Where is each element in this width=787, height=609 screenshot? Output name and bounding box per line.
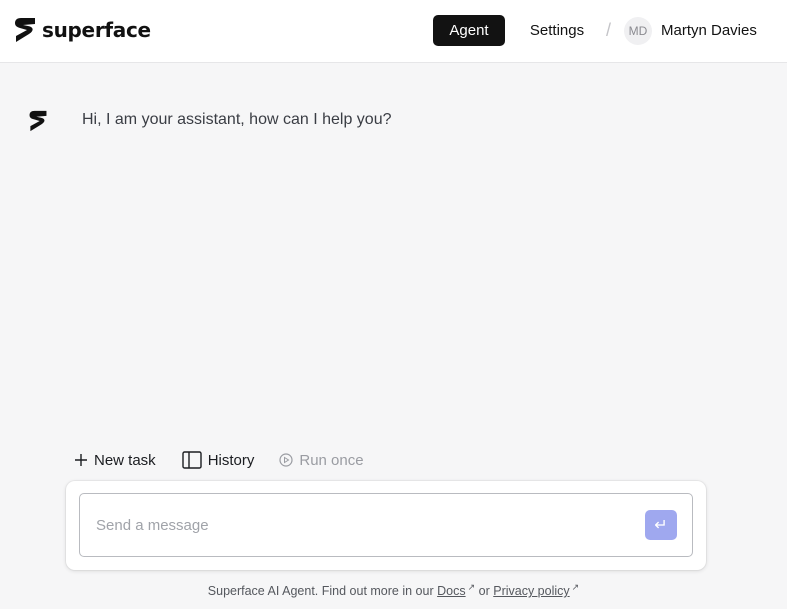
superface-logo[interactable]: superface bbox=[14, 16, 151, 44]
composer-actions: New task History Run once bbox=[74, 449, 364, 471]
docs-link[interactable]: Docs bbox=[437, 584, 465, 598]
nav-settings-tab[interactable]: Settings bbox=[519, 15, 595, 46]
assistant-message: Hi, I am your assistant, how can I help … bbox=[82, 111, 392, 128]
user-avatar[interactable]: MD bbox=[624, 17, 652, 45]
plus-icon bbox=[75, 454, 87, 466]
run-once-label: Run once bbox=[299, 451, 364, 469]
history-label: History bbox=[207, 451, 255, 469]
enter-icon: ↵ bbox=[654, 517, 668, 534]
run-once-button[interactable]: Run once bbox=[279, 451, 364, 469]
footer-text: Superface AI Agent. Find out more in our bbox=[207, 584, 434, 599]
new-task-button[interactable]: New task bbox=[74, 452, 156, 469]
history-button[interactable]: History bbox=[181, 451, 255, 469]
user-name[interactable]: Martyn Davies bbox=[661, 22, 757, 39]
message-input[interactable] bbox=[79, 493, 693, 557]
privacy-policy-link[interactable]: Privacy policy bbox=[493, 584, 569, 598]
assistant-avatar-icon bbox=[28, 110, 48, 132]
nav-separator: / bbox=[606, 20, 612, 40]
sidebar-panel-icon bbox=[181, 451, 202, 469]
new-task-label: New task bbox=[94, 451, 156, 469]
composer-card: ↵ bbox=[66, 481, 706, 570]
footer: Superface AI Agent. Find out more in our… bbox=[0, 582, 787, 598]
play-circle-icon bbox=[279, 453, 293, 467]
brand-name: superface bbox=[42, 18, 151, 42]
top-bar: superface Agent Settings / MD Martyn Dav… bbox=[0, 0, 787, 63]
nav-agent-tab[interactable]: Agent bbox=[433, 15, 505, 46]
superface-logo-icon bbox=[15, 18, 35, 42]
external-link-icon: ↗ bbox=[467, 582, 476, 592]
footer-or: or bbox=[478, 584, 490, 599]
send-button[interactable]: ↵ bbox=[645, 510, 677, 540]
external-link-icon: ↗ bbox=[571, 582, 580, 592]
